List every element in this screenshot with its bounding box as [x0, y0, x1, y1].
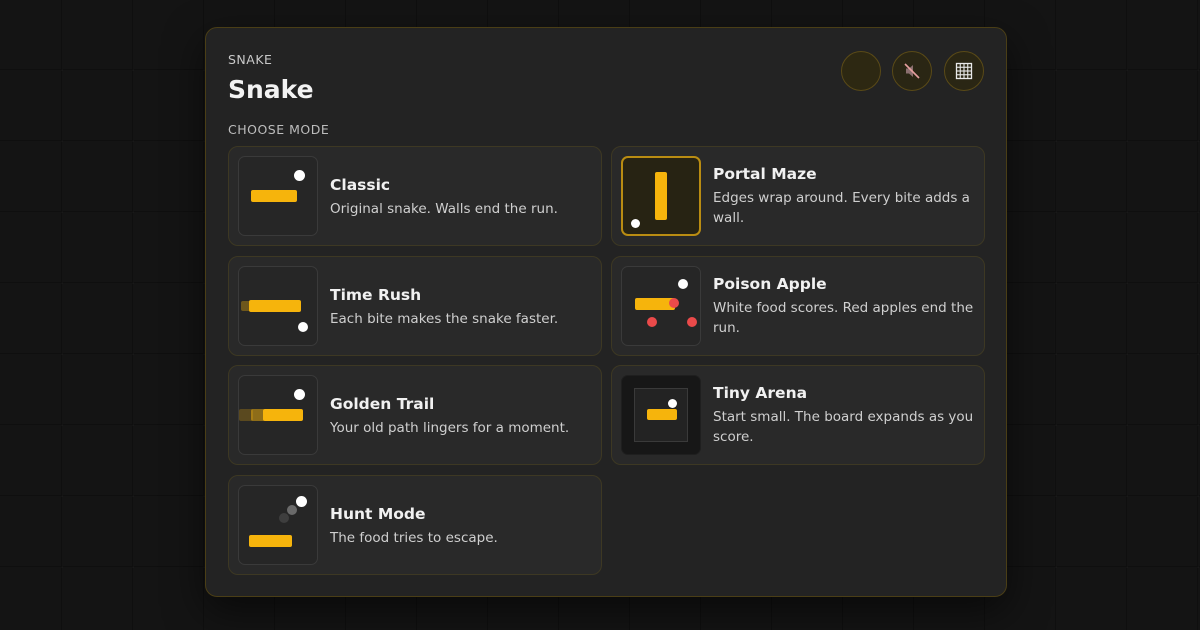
mode-preview-poison-apple: [621, 266, 701, 346]
snake-body: [647, 409, 677, 420]
mode-name: Poison Apple: [713, 275, 827, 293]
mode-card-poison-apple[interactable]: Poison Apple White food scores. Red appl…: [611, 256, 985, 356]
mode-preview-classic: [238, 156, 318, 236]
mode-description: Start small. The board expands as you sc…: [713, 409, 974, 445]
mode-preview-portal-maze: [621, 156, 701, 236]
food-dot: [294, 389, 305, 400]
food-dot: [298, 322, 308, 332]
food-dot: [678, 279, 688, 289]
mode-name: Time Rush: [330, 286, 422, 304]
mode-name: Portal Maze: [713, 165, 817, 183]
mode-card-tiny-arena[interactable]: Tiny Arena Start small. The board expand…: [611, 365, 985, 465]
mode-card-golden-trail[interactable]: Golden Trail Your old path lingers for a…: [228, 365, 602, 465]
mode-select-panel: SNAKE Snake CHOOSE MODE Classic Original…: [205, 27, 1007, 597]
mode-name: Golden Trail: [330, 395, 435, 413]
poison-apple-dot: [687, 317, 697, 327]
grid-toggle-button[interactable]: [944, 51, 984, 91]
snake-body: [263, 409, 303, 421]
round-button[interactable]: [841, 51, 881, 91]
food-dot: [631, 219, 640, 228]
game-eyebrow: SNAKE: [228, 52, 273, 67]
mode-card-time-rush[interactable]: Time Rush Each bite makes the snake fast…: [228, 256, 602, 356]
mode-description: Original snake. Walls end the run.: [330, 201, 558, 217]
mode-description: Edges wrap around. Every bite adds a wal…: [713, 190, 970, 226]
mode-preview-golden-trail: [238, 375, 318, 455]
grid-icon: [955, 62, 973, 80]
mode-description: Each bite makes the snake faster.: [330, 311, 559, 327]
snake-body: [249, 535, 292, 547]
speaker-muted-icon: [904, 63, 920, 79]
mode-name: Tiny Arena: [713, 384, 808, 402]
snake-body: [251, 190, 297, 202]
mode-card-classic[interactable]: Classic Original snake. Walls end the ru…: [228, 146, 602, 246]
mode-card-portal-maze[interactable]: Portal Maze Edges wrap around. Every bit…: [611, 146, 985, 246]
mode-description: The food tries to escape.: [330, 530, 498, 546]
poison-apple-dot: [669, 298, 679, 308]
mode-name: Hunt Mode: [330, 505, 426, 523]
fleeing-food-trail: [287, 505, 297, 515]
mode-name: Classic: [330, 176, 391, 194]
food-dot: [668, 399, 677, 408]
snake-body: [249, 300, 301, 312]
snake-body: [655, 172, 667, 220]
mode-description: White food scores. Red apples end the ru…: [713, 300, 974, 336]
food-dot: [294, 170, 305, 181]
fleeing-food-trail: [279, 513, 289, 523]
page-title: Snake: [228, 75, 314, 104]
section-label: CHOOSE MODE: [228, 122, 330, 137]
mode-preview-tiny-arena: [621, 375, 701, 455]
mute-button[interactable]: [892, 51, 932, 91]
mode-preview-hunt-mode: [238, 485, 318, 565]
food-dot: [296, 496, 307, 507]
mode-preview-time-rush: [238, 266, 318, 346]
mode-card-hunt-mode[interactable]: Hunt Mode The food tries to escape.: [228, 475, 602, 575]
poison-apple-dot: [647, 317, 657, 327]
mode-description: Your old path lingers for a moment.: [330, 420, 570, 436]
